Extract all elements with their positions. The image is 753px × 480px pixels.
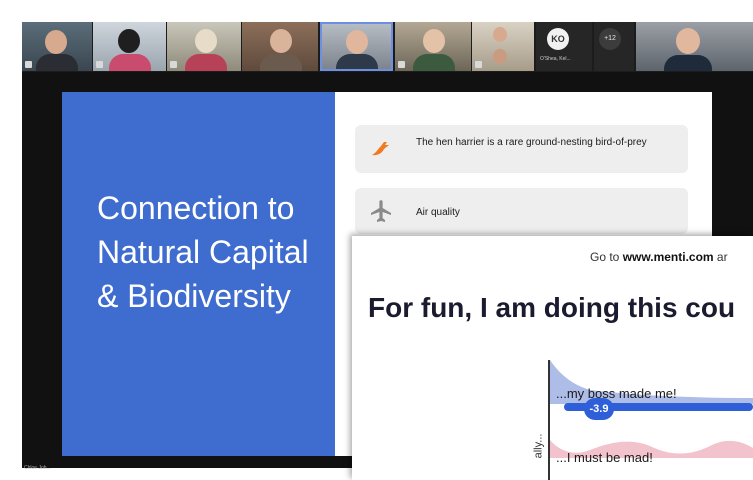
- participant-strip: KO O'Shea, Kel... +12: [22, 22, 753, 72]
- participant-name: O'Shea, Kel...: [540, 56, 571, 62]
- airplane-icon: [370, 199, 392, 228]
- mic-muted-icon: [398, 61, 405, 68]
- more-participants-count: +12: [599, 28, 621, 50]
- card-text: Air quality: [416, 207, 460, 218]
- presenter-name: Chloe Joh...: [24, 465, 51, 471]
- poll-question: For fun, I am doing this cou: [368, 292, 736, 323]
- participant-tile[interactable]: [242, 22, 318, 71]
- active-speaker-tile[interactable]: [320, 22, 393, 71]
- card-text: The hen harrier is a rare ground-nesting…: [416, 137, 647, 148]
- mic-muted-icon: [25, 61, 32, 68]
- participant-tile[interactable]: [472, 22, 534, 71]
- mic-muted-icon: [170, 61, 177, 68]
- slide-title: Connection to Natural Capital & Biodiver…: [97, 190, 309, 314]
- menti-url[interactable]: www.menti.com: [623, 250, 714, 264]
- participant-tile[interactable]: [22, 22, 92, 71]
- video-call-window: KO O'Shea, Kel... +12 Connection to Natu…: [0, 0, 753, 480]
- scale-axis: [548, 360, 550, 480]
- participant-tile-avatar[interactable]: KO O'Shea, Kel...: [536, 22, 592, 71]
- avatar: KO: [547, 28, 569, 50]
- option-label: ...my boss made me!: [556, 386, 677, 401]
- mic-muted-icon: [96, 61, 103, 68]
- participant-tile[interactable]: [93, 22, 166, 71]
- slide-card: Air quality: [355, 188, 688, 234]
- mic-muted-icon: [475, 61, 482, 68]
- more-participants-tile[interactable]: +12: [594, 22, 634, 71]
- scale-label: ally...: [532, 433, 545, 459]
- participant-tile[interactable]: [167, 22, 241, 71]
- mentimeter-window[interactable]: Go to www.menti.com ar For fun, I am doi…: [352, 236, 753, 480]
- bird-icon: [369, 137, 393, 166]
- join-instructions: Go to www.menti.com ar: [590, 250, 728, 264]
- participant-tile[interactable]: [636, 22, 753, 71]
- participant-tile[interactable]: [395, 22, 471, 71]
- average-score-badge: -3.9: [584, 398, 614, 420]
- option-label: ...I must be mad!: [556, 450, 653, 465]
- slide-card: The hen harrier is a rare ground-nesting…: [355, 125, 688, 173]
